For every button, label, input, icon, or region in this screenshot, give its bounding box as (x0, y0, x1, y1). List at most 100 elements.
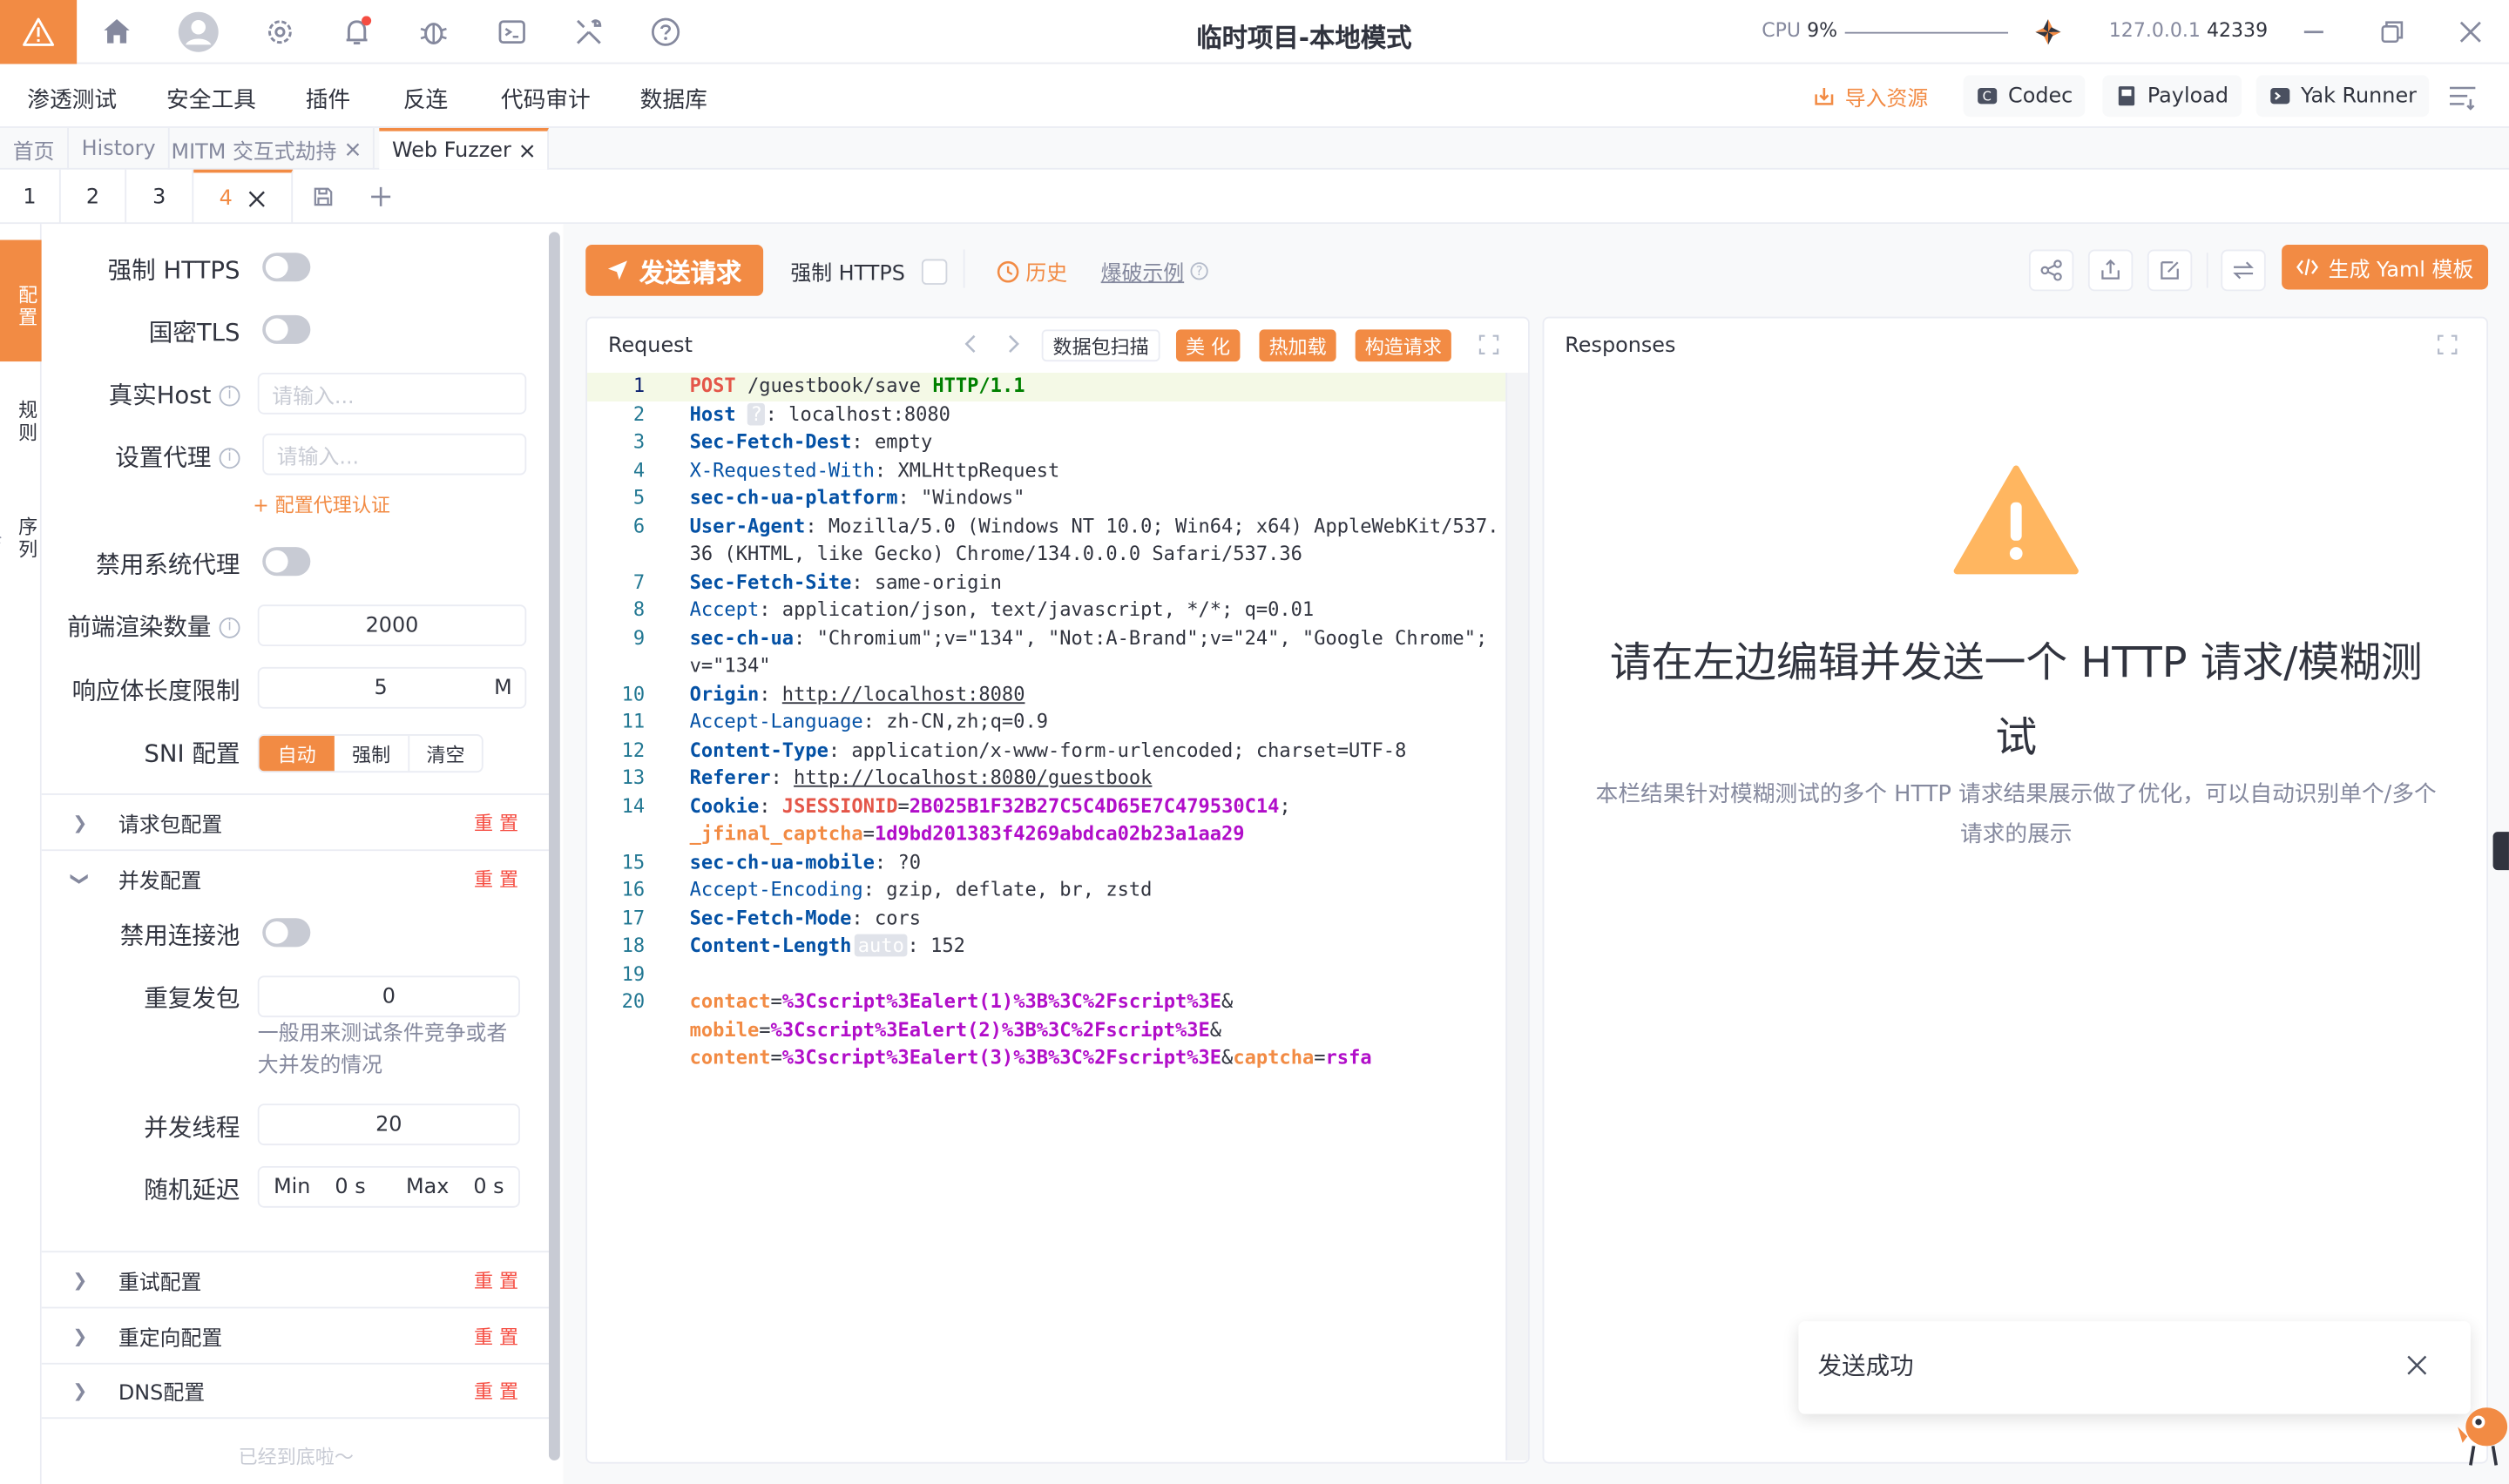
reset-button[interactable]: 重 置 (474, 1266, 518, 1293)
terminal-icon[interactable] (493, 13, 531, 51)
export-icon[interactable] (2087, 249, 2134, 292)
close-icon[interactable] (346, 142, 361, 157)
reset-button[interactable]: 重 置 (474, 1377, 518, 1404)
request-code-editor[interactable]: 1 POST /guestbook/save HTTP/1.1 2 Host ?: … (587, 372, 1506, 1460)
svg-text:C: C (1983, 90, 1992, 105)
render-count-input[interactable]: 2000 (257, 604, 527, 647)
menu-database[interactable]: 数据库 (640, 84, 707, 116)
subtab-3[interactable]: 3 (126, 169, 194, 225)
menu-code-audit[interactable]: 代码审计 (501, 84, 591, 116)
chevron-right-icon[interactable] (1004, 333, 1023, 361)
build-request-button[interactable]: 构造请求 (1355, 329, 1451, 362)
codec-button[interactable]: C Codec (1963, 75, 2086, 118)
warning-icon[interactable] (0, 0, 78, 64)
host-hint-chip[interactable]: ? (747, 401, 766, 425)
real-host-input[interactable]: 请输入... (257, 372, 527, 415)
subtab-1[interactable]: 1 (0, 169, 61, 225)
threads-input[interactable]: 20 (257, 1103, 520, 1146)
header-value[interactable]: http://localhost:8080/guestbook (794, 766, 1152, 789)
save-icon[interactable] (293, 170, 354, 224)
close-icon[interactable] (521, 143, 536, 158)
resp-limit-input[interactable]: 5M (257, 666, 527, 709)
menu-reverse[interactable]: 反连 (403, 84, 448, 116)
header-value[interactable]: http://localhost:8080 (782, 682, 1025, 705)
side-drawer-handle[interactable] (2492, 832, 2509, 871)
minimize-icon[interactable] (2295, 13, 2333, 51)
swap-icon[interactable] (2221, 249, 2266, 292)
add-tab-icon[interactable] (354, 170, 408, 224)
delay-min-value[interactable]: 0 s (335, 1175, 365, 1199)
payload-button[interactable]: Payload (2102, 75, 2242, 118)
rail-tab-rules[interactable]: 规则 (0, 368, 42, 463)
close-icon[interactable] (2406, 1355, 2427, 1382)
menu-plugins[interactable]: 插件 (306, 84, 350, 116)
auto-length-chip[interactable]: auto (855, 934, 908, 957)
beautify-button[interactable]: 美 化 (1175, 329, 1241, 362)
section-request-package[interactable]: ❯ 请求包配置 重 置 (41, 793, 551, 849)
info-icon[interactable]: i (219, 448, 240, 469)
section-concurrency[interactable]: ❯ 并发配置 重 置 (41, 849, 551, 905)
sni-force-option[interactable]: 强制 (335, 735, 410, 772)
close-icon[interactable] (2452, 13, 2490, 51)
list-menu-icon[interactable] (2444, 77, 2482, 115)
tab-web-fuzzer[interactable]: Web Fuzzer (379, 127, 550, 170)
repeat-input[interactable]: 0 (257, 975, 520, 1018)
tab-history[interactable]: History (69, 127, 171, 170)
close-icon[interactable] (248, 190, 266, 207)
mascot-icon[interactable] (2454, 1392, 2508, 1475)
yak-runner-button[interactable]: Yak Runner (2255, 75, 2430, 118)
proxy-input[interactable]: 请输入... (262, 433, 527, 476)
section-redirect[interactable]: ❯ 重定向配置 重 置 (41, 1306, 551, 1363)
config-scrollbar[interactable] (548, 232, 560, 1460)
bug-icon[interactable] (415, 13, 453, 51)
menu-pentest[interactable]: 渗透测试 (27, 84, 117, 116)
share-icon[interactable] (2028, 249, 2074, 292)
import-label: 导入资源 (1844, 87, 1929, 111)
expand-icon[interactable] (1478, 334, 1499, 361)
section-retry[interactable]: ❯ 重试配置 重 置 (41, 1251, 551, 1306)
home-icon[interactable] (98, 13, 136, 51)
reset-button[interactable]: 重 置 (474, 865, 518, 892)
tab-mitm[interactable]: MITM 交互式劫持 (159, 127, 375, 170)
info-icon[interactable]: i (219, 617, 240, 638)
section-dns[interactable]: ❯ DNS配置 重 置 (41, 1362, 551, 1420)
help-icon[interactable] (646, 13, 685, 51)
gm-tls-toggle[interactable] (262, 314, 311, 344)
reset-button[interactable]: 重 置 (474, 808, 518, 835)
example-link[interactable]: 爆破示例 ? (1101, 256, 1208, 287)
editor-minimap[interactable] (1505, 372, 1529, 1460)
force-https-toggle[interactable] (262, 253, 311, 282)
packet-scan-button[interactable]: 数据包扫描 (1041, 329, 1160, 362)
history-button[interactable]: 历史 (997, 256, 1067, 287)
info-icon[interactable]: i (219, 385, 240, 407)
disable-sys-proxy-toggle[interactable] (262, 547, 311, 577)
menu-security-tools[interactable]: 安全工具 (166, 84, 256, 116)
tools-icon[interactable] (570, 13, 608, 51)
restore-icon[interactable] (2373, 13, 2411, 51)
disable-pool-toggle[interactable] (262, 918, 311, 948)
avatar-icon[interactable] (176, 10, 220, 54)
delay-inputs[interactable]: Min 0 s Max 0 s (257, 1165, 520, 1208)
proxy-auth-link[interactable]: + 配置代理认证 (253, 491, 390, 518)
rail-tab-config[interactable]: 配置 (0, 239, 42, 362)
rail-tab-sequence[interactable]: 序列 (0, 485, 42, 581)
bell-icon[interactable] (338, 13, 376, 51)
subtab-4[interactable]: 4 (193, 169, 294, 225)
expand-icon[interactable] (2437, 334, 2458, 361)
edit-icon[interactable] (2147, 249, 2193, 292)
reset-button[interactable]: 重 置 (474, 1322, 518, 1349)
subtab-2[interactable]: 2 (61, 169, 127, 225)
hotload-button[interactable]: 热加载 (1259, 329, 1336, 362)
sni-auto-option[interactable]: 自动 (259, 735, 335, 772)
chevron-left-icon[interactable] (962, 333, 981, 361)
tab-home[interactable]: 首页 (0, 127, 70, 170)
generate-yaml-button[interactable]: 生成 Yaml 模板 (2282, 245, 2489, 290)
gear-icon[interactable] (260, 13, 299, 51)
yakit-logo-icon[interactable] (2029, 13, 2067, 51)
header-key: Sec-Fetch-Site (689, 570, 852, 593)
send-request-button[interactable]: 发送请求 (585, 245, 764, 296)
import-resources-button[interactable]: 导入资源 (1800, 75, 1941, 117)
force-https-checkbox[interactable] (921, 258, 947, 285)
delay-max-value[interactable]: 0 s (473, 1175, 504, 1199)
sni-clear-option[interactable]: 清空 (409, 736, 482, 771)
